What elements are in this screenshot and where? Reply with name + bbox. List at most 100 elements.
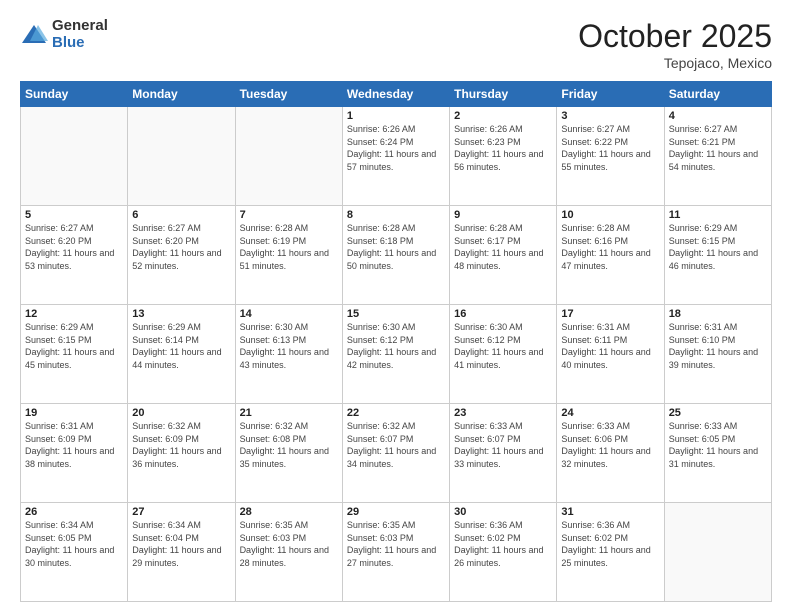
week-row-5: 26 Sunrise: 6:34 AMSunset: 6:05 PMDaylig… (21, 503, 772, 602)
day-info: Sunrise: 6:31 AMSunset: 6:11 PMDaylight:… (561, 322, 650, 370)
week-row-4: 19 Sunrise: 6:31 AMSunset: 6:09 PMDaylig… (21, 404, 772, 503)
logo-text: General Blue (52, 18, 108, 51)
day-info: Sunrise: 6:30 AMSunset: 6:13 PMDaylight:… (240, 322, 329, 370)
day-number: 19 (25, 407, 123, 419)
cell-w4-d2: 20 Sunrise: 6:32 AMSunset: 6:09 PMDaylig… (128, 404, 235, 503)
cell-w5-d2: 27 Sunrise: 6:34 AMSunset: 6:04 PMDaylig… (128, 503, 235, 602)
cell-w2-d2: 6 Sunrise: 6:27 AMSunset: 6:20 PMDayligh… (128, 206, 235, 305)
header: General Blue October 2025 Tepojaco, Mexi… (20, 18, 772, 71)
col-monday: Monday (128, 82, 235, 107)
cell-w5-d4: 29 Sunrise: 6:35 AMSunset: 6:03 PMDaylig… (342, 503, 449, 602)
cell-w4-d4: 22 Sunrise: 6:32 AMSunset: 6:07 PMDaylig… (342, 404, 449, 503)
day-info: Sunrise: 6:29 AMSunset: 6:15 PMDaylight:… (669, 223, 758, 271)
cell-w1-d6: 3 Sunrise: 6:27 AMSunset: 6:22 PMDayligh… (557, 107, 664, 206)
day-number: 26 (25, 506, 123, 518)
day-info: Sunrise: 6:28 AMSunset: 6:17 PMDaylight:… (454, 223, 543, 271)
cell-w5-d3: 28 Sunrise: 6:35 AMSunset: 6:03 PMDaylig… (235, 503, 342, 602)
day-number: 16 (454, 308, 552, 320)
day-info: Sunrise: 6:35 AMSunset: 6:03 PMDaylight:… (240, 520, 329, 568)
day-number: 2 (454, 110, 552, 122)
day-number: 22 (347, 407, 445, 419)
day-info: Sunrise: 6:27 AMSunset: 6:20 PMDaylight:… (25, 223, 114, 271)
day-info: Sunrise: 6:28 AMSunset: 6:19 PMDaylight:… (240, 223, 329, 271)
cell-w1-d2 (128, 107, 235, 206)
day-number: 9 (454, 209, 552, 221)
day-info: Sunrise: 6:32 AMSunset: 6:08 PMDaylight:… (240, 421, 329, 469)
cell-w1-d7: 4 Sunrise: 6:27 AMSunset: 6:21 PMDayligh… (664, 107, 771, 206)
day-number: 7 (240, 209, 338, 221)
day-info: Sunrise: 6:26 AMSunset: 6:24 PMDaylight:… (347, 124, 436, 172)
day-number: 23 (454, 407, 552, 419)
cell-w4-d5: 23 Sunrise: 6:33 AMSunset: 6:07 PMDaylig… (450, 404, 557, 503)
cell-w4-d3: 21 Sunrise: 6:32 AMSunset: 6:08 PMDaylig… (235, 404, 342, 503)
day-number: 20 (132, 407, 230, 419)
day-info: Sunrise: 6:28 AMSunset: 6:16 PMDaylight:… (561, 223, 650, 271)
day-info: Sunrise: 6:33 AMSunset: 6:05 PMDaylight:… (669, 421, 758, 469)
cell-w5-d1: 26 Sunrise: 6:34 AMSunset: 6:05 PMDaylig… (21, 503, 128, 602)
day-number: 27 (132, 506, 230, 518)
cell-w5-d7 (664, 503, 771, 602)
day-info: Sunrise: 6:35 AMSunset: 6:03 PMDaylight:… (347, 520, 436, 568)
day-info: Sunrise: 6:29 AMSunset: 6:14 PMDaylight:… (132, 322, 221, 370)
day-info: Sunrise: 6:31 AMSunset: 6:09 PMDaylight:… (25, 421, 114, 469)
week-row-3: 12 Sunrise: 6:29 AMSunset: 6:15 PMDaylig… (21, 305, 772, 404)
cell-w1-d5: 2 Sunrise: 6:26 AMSunset: 6:23 PMDayligh… (450, 107, 557, 206)
col-friday: Friday (557, 82, 664, 107)
day-info: Sunrise: 6:34 AMSunset: 6:04 PMDaylight:… (132, 520, 221, 568)
cell-w3-d6: 17 Sunrise: 6:31 AMSunset: 6:11 PMDaylig… (557, 305, 664, 404)
cell-w2-d5: 9 Sunrise: 6:28 AMSunset: 6:17 PMDayligh… (450, 206, 557, 305)
day-number: 4 (669, 110, 767, 122)
cell-w2-d3: 7 Sunrise: 6:28 AMSunset: 6:19 PMDayligh… (235, 206, 342, 305)
day-number: 25 (669, 407, 767, 419)
cell-w2-d4: 8 Sunrise: 6:28 AMSunset: 6:18 PMDayligh… (342, 206, 449, 305)
page: General Blue October 2025 Tepojaco, Mexi… (0, 0, 792, 612)
day-info: Sunrise: 6:33 AMSunset: 6:06 PMDaylight:… (561, 421, 650, 469)
day-info: Sunrise: 6:32 AMSunset: 6:07 PMDaylight:… (347, 421, 436, 469)
day-number: 18 (669, 308, 767, 320)
month-title: October 2025 (578, 18, 772, 55)
day-number: 6 (132, 209, 230, 221)
day-number: 24 (561, 407, 659, 419)
day-number: 10 (561, 209, 659, 221)
day-info: Sunrise: 6:30 AMSunset: 6:12 PMDaylight:… (347, 322, 436, 370)
col-tuesday: Tuesday (235, 82, 342, 107)
col-saturday: Saturday (664, 82, 771, 107)
day-info: Sunrise: 6:36 AMSunset: 6:02 PMDaylight:… (454, 520, 543, 568)
day-info: Sunrise: 6:34 AMSunset: 6:05 PMDaylight:… (25, 520, 114, 568)
day-number: 13 (132, 308, 230, 320)
title-block: October 2025 Tepojaco, Mexico (578, 18, 772, 71)
day-number: 12 (25, 308, 123, 320)
cell-w4-d1: 19 Sunrise: 6:31 AMSunset: 6:09 PMDaylig… (21, 404, 128, 503)
day-number: 14 (240, 308, 338, 320)
logo-icon (20, 21, 48, 49)
header-row: Sunday Monday Tuesday Wednesday Thursday… (21, 82, 772, 107)
day-info: Sunrise: 6:27 AMSunset: 6:21 PMDaylight:… (669, 124, 758, 172)
logo-general-text: General (52, 18, 108, 35)
day-info: Sunrise: 6:32 AMSunset: 6:09 PMDaylight:… (132, 421, 221, 469)
day-info: Sunrise: 6:28 AMSunset: 6:18 PMDaylight:… (347, 223, 436, 271)
cell-w2-d6: 10 Sunrise: 6:28 AMSunset: 6:16 PMDaylig… (557, 206, 664, 305)
day-number: 15 (347, 308, 445, 320)
cell-w5-d6: 31 Sunrise: 6:36 AMSunset: 6:02 PMDaylig… (557, 503, 664, 602)
cell-w2-d1: 5 Sunrise: 6:27 AMSunset: 6:20 PMDayligh… (21, 206, 128, 305)
cell-w1-d3 (235, 107, 342, 206)
cell-w2-d7: 11 Sunrise: 6:29 AMSunset: 6:15 PMDaylig… (664, 206, 771, 305)
day-info: Sunrise: 6:36 AMSunset: 6:02 PMDaylight:… (561, 520, 650, 568)
cell-w3-d1: 12 Sunrise: 6:29 AMSunset: 6:15 PMDaylig… (21, 305, 128, 404)
day-info: Sunrise: 6:27 AMSunset: 6:22 PMDaylight:… (561, 124, 650, 172)
day-number: 31 (561, 506, 659, 518)
day-number: 3 (561, 110, 659, 122)
day-info: Sunrise: 6:26 AMSunset: 6:23 PMDaylight:… (454, 124, 543, 172)
day-number: 17 (561, 308, 659, 320)
day-info: Sunrise: 6:31 AMSunset: 6:10 PMDaylight:… (669, 322, 758, 370)
logo: General Blue (20, 18, 108, 51)
day-info: Sunrise: 6:33 AMSunset: 6:07 PMDaylight:… (454, 421, 543, 469)
cell-w3-d2: 13 Sunrise: 6:29 AMSunset: 6:14 PMDaylig… (128, 305, 235, 404)
day-number: 29 (347, 506, 445, 518)
col-thursday: Thursday (450, 82, 557, 107)
day-number: 11 (669, 209, 767, 221)
day-info: Sunrise: 6:29 AMSunset: 6:15 PMDaylight:… (25, 322, 114, 370)
cell-w1-d4: 1 Sunrise: 6:26 AMSunset: 6:24 PMDayligh… (342, 107, 449, 206)
cell-w1-d1 (21, 107, 128, 206)
cell-w3-d4: 15 Sunrise: 6:30 AMSunset: 6:12 PMDaylig… (342, 305, 449, 404)
